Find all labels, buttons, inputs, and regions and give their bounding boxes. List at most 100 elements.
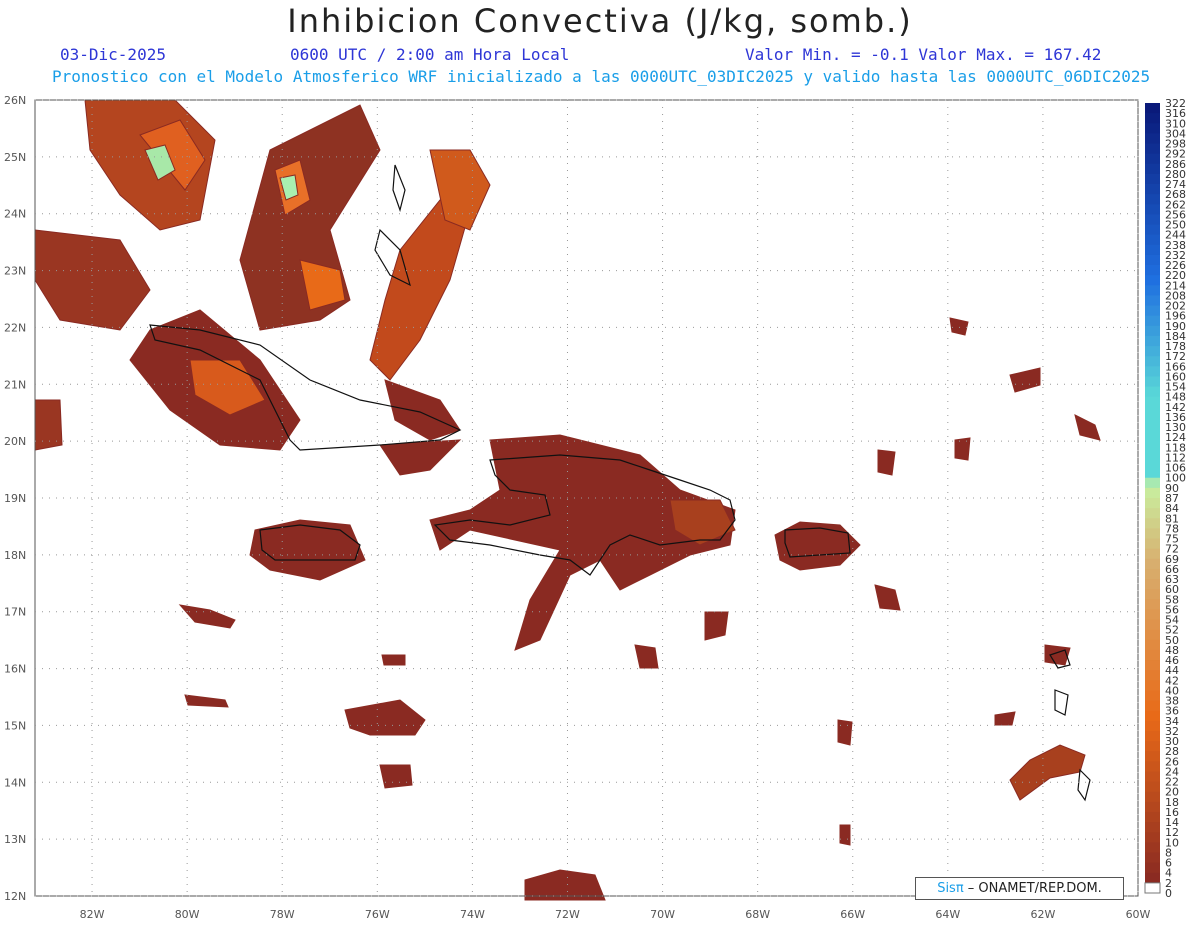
colorbar-swatch [1145, 538, 1160, 550]
lat-label: 16N [4, 663, 26, 676]
colorbar-swatch [1145, 457, 1160, 469]
colorbar-swatch [1145, 103, 1160, 114]
lon-label: 66W [840, 908, 865, 921]
longitude-labels: 82W 80W 78W 76W 74W 72W 70W 68W 66W 64W 62W 60W [80, 908, 1151, 921]
lat-label: 19N [4, 492, 26, 505]
colorbar-swatch [1145, 285, 1160, 296]
colorbar-swatch [1145, 629, 1160, 641]
colorbar-swatch [1145, 396, 1160, 408]
colorbar-swatch [1145, 518, 1160, 529]
colorbar-label: 0 [1165, 887, 1172, 900]
colorbar-swatch [1145, 487, 1160, 499]
lon-label: 70W [650, 908, 675, 921]
colorbar-swatch [1145, 548, 1160, 560]
colorbar-swatch [1145, 325, 1160, 337]
colorbar-swatch [1145, 133, 1160, 145]
colorbar-swatch [1145, 862, 1160, 874]
colorbar-swatch [1145, 761, 1160, 772]
colorbar-swatch [1145, 244, 1160, 256]
colorbar-swatch [1145, 173, 1160, 185]
lat-label: 13N [4, 833, 26, 846]
colorbar-swatch [1145, 690, 1160, 702]
colorbar-swatch [1145, 872, 1160, 884]
credit-box: Sisπ – ONAMET/REP.DOM. [915, 877, 1124, 900]
latitude-labels: 26N 25N 24N 23N 22N 21N 20N 19N 18N 17N 16N 15N 14N 1… [4, 94, 26, 903]
colorbar-swatch [1145, 234, 1160, 246]
colorbar-swatch [1144, 882, 1161, 894]
colorbar-swatch [1145, 670, 1160, 681]
map-figure: 26N 25N 24N 23N 22N 21N 20N 19N 18N 17N 16N 15N 14N 1… [4, 94, 1186, 921]
colorbar-swatch [1145, 194, 1160, 205]
colorbar-swatch [1145, 771, 1160, 783]
colorbar-swatch [1145, 619, 1160, 631]
lat-label: 18N [4, 549, 26, 562]
colorbar-swatch [1145, 609, 1160, 621]
lat-label: 25N [4, 151, 26, 164]
colorbar-swatch [1145, 416, 1160, 428]
colorbar-swatch [1145, 852, 1160, 864]
lat-label: 14N [4, 776, 26, 789]
colorbar-swatch [1145, 447, 1160, 458]
colorbar-swatch [1145, 649, 1160, 661]
lon-label: 82W [80, 908, 105, 921]
colorbar-swatch [1145, 639, 1160, 651]
colorbar-labels: 3223163103042982922862802742682622562502… [1165, 97, 1186, 900]
colorbar-swatch [1145, 660, 1160, 671]
colorbar-swatch [1145, 406, 1160, 418]
colorbar-swatch [1145, 184, 1160, 195]
lon-label: 72W [555, 908, 580, 921]
lon-label: 68W [745, 908, 770, 921]
lat-label: 24N [4, 208, 26, 221]
colorbar-swatch [1145, 477, 1160, 489]
colorbar-swatch [1145, 153, 1160, 165]
lat-label: 21N [4, 378, 26, 391]
lon-label: 74W [460, 908, 485, 921]
colorbar-swatch [1145, 265, 1160, 276]
colorbar-swatch [1145, 123, 1160, 134]
lon-label: 78W [270, 908, 295, 921]
colorbar-swatch [1145, 346, 1160, 357]
colorbar-swatch [1145, 315, 1160, 327]
colorbar-swatch [1145, 801, 1160, 813]
lon-label: 64W [935, 908, 960, 921]
colorbar-swatch [1145, 427, 1160, 438]
lon-label: 62W [1030, 908, 1055, 921]
colorbar-swatch [1145, 730, 1160, 742]
colorbar-swatch [1145, 842, 1160, 853]
colorbar-swatch [1145, 335, 1160, 347]
lat-label: 23N [4, 265, 26, 278]
colorbar-swatch [1145, 295, 1160, 307]
colorbar-swatch [1145, 822, 1160, 833]
colorbar-swatch [1145, 599, 1160, 610]
colorbar-swatch [1145, 568, 1160, 580]
lon-label: 60W [1126, 908, 1151, 921]
colorbar-swatch [1145, 224, 1160, 236]
colorbar-swatch [1145, 386, 1160, 398]
credit-text: – ONAMET/REP.DOM. [963, 881, 1102, 896]
colorbar-swatch [1145, 558, 1160, 570]
lon-label: 80W [175, 908, 200, 921]
colorbar-swatch [1145, 275, 1160, 286]
lat-label: 17N [4, 606, 26, 619]
colorbar-swatch [1145, 163, 1160, 175]
colorbar-swatch [1145, 700, 1160, 712]
colorbar-swatch [1145, 811, 1160, 823]
colorbar-swatch [1145, 751, 1160, 762]
colorbar-swatch [1145, 791, 1160, 803]
colorbar-swatch [1145, 204, 1160, 215]
colorbar-swatch [1145, 832, 1160, 843]
lat-label: 15N [4, 719, 26, 732]
colorbar-swatch [1145, 508, 1160, 519]
lat-label: 12N [4, 890, 26, 903]
colorbar-swatch [1145, 720, 1160, 732]
colorbar-swatch [1145, 528, 1160, 540]
sispi-logo: Sisπ [937, 881, 964, 896]
colorbar-swatch [1145, 680, 1160, 691]
colorbar-swatch [1145, 589, 1160, 600]
lon-label: 76W [365, 908, 390, 921]
colorbar-swatch [1145, 579, 1160, 590]
colorbar-swatch [1145, 356, 1160, 367]
colorbar-swatch [1145, 254, 1160, 266]
colorbar-swatch [1145, 498, 1160, 509]
lat-label: 26N [4, 94, 26, 107]
